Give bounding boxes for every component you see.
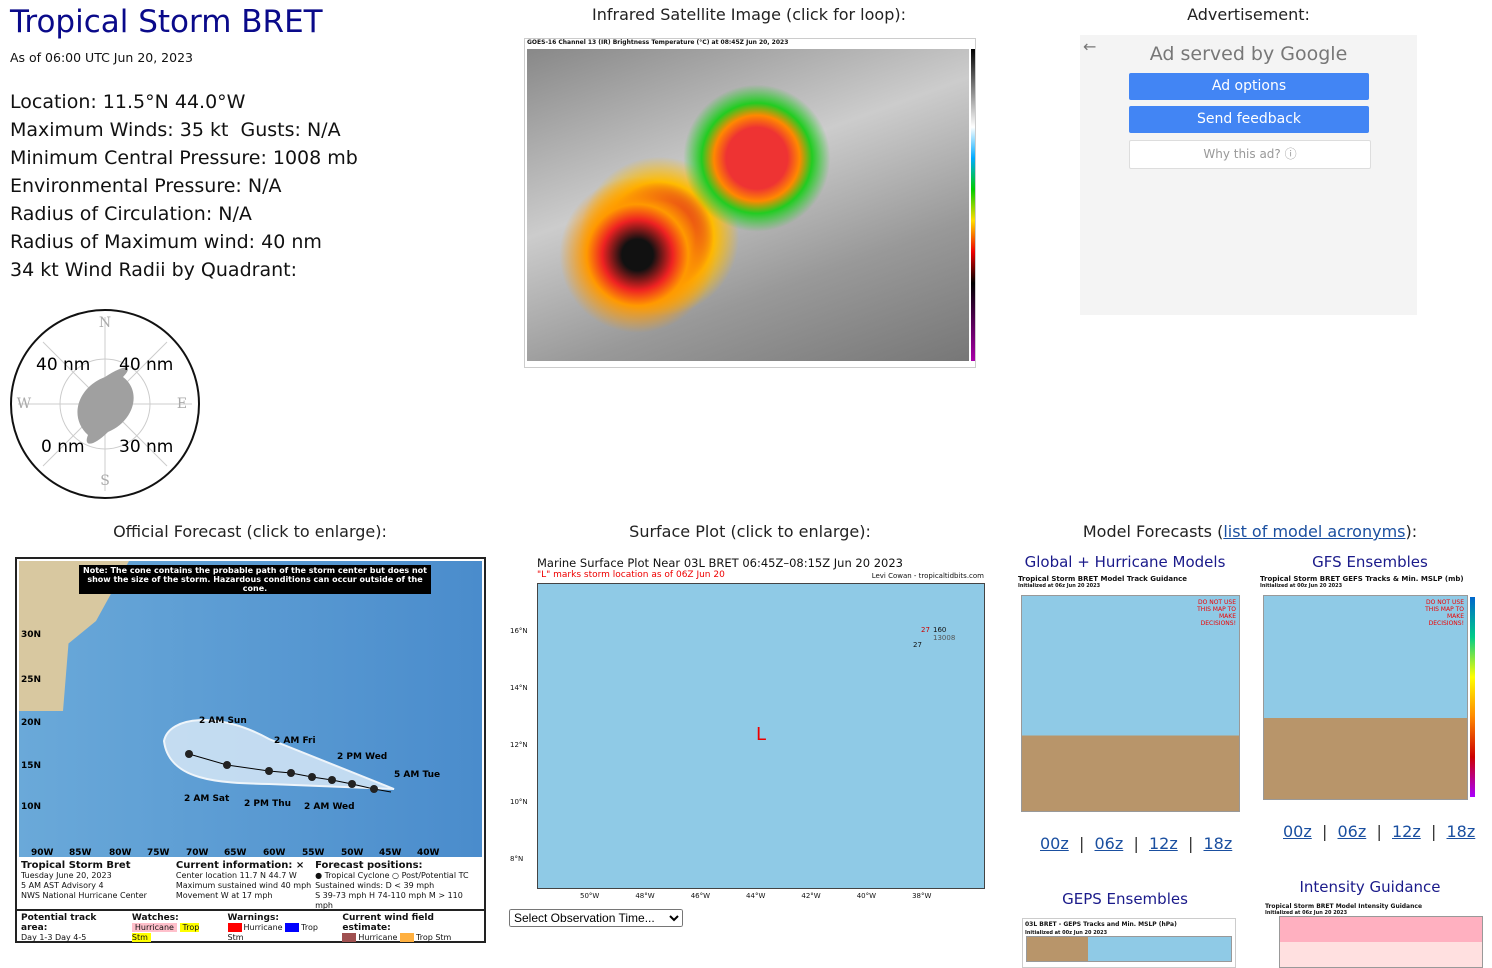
- radius-ne: 40 nm: [119, 355, 173, 375]
- satellite-title: Infrared Satellite Image (click for loop…: [592, 5, 906, 24]
- stat-env-pressure: Environmental Pressure: N/A: [10, 175, 282, 197]
- ad-title: Advertisement:: [1187, 5, 1310, 24]
- surface-plot-title: Surface Plot (click to enlarge):: [629, 522, 871, 541]
- svg-text:N: N: [99, 315, 111, 331]
- model-acronyms-link[interactable]: list of model acronyms: [1223, 522, 1405, 541]
- stat-pressure: Minimum Central Pressure: 1008 mb: [10, 147, 358, 169]
- svg-text:40W: 40W: [417, 848, 440, 857]
- ad-panel: ← Ad served by Google Ad options Send fe…: [1080, 35, 1417, 315]
- svg-text:15N: 15N: [21, 761, 41, 771]
- svg-text:80W: 80W: [109, 848, 132, 857]
- svg-text:10N: 10N: [21, 802, 41, 812]
- global-run-links: 00z | 06z | 12z | 18z: [1040, 834, 1233, 853]
- svg-text:85W: 85W: [69, 848, 92, 857]
- svg-text:55W: 55W: [302, 848, 325, 857]
- stat-wind-radii: 34 kt Wind Radii by Quadrant:: [10, 259, 297, 281]
- as-of-time: As of 06:00 UTC Jun 20, 2023: [10, 50, 193, 65]
- svg-text:75W: 75W: [147, 848, 170, 857]
- satellite-image[interactable]: GOES-16 Channel 13 (IR) Brightness Tempe…: [524, 38, 976, 368]
- radius-nw: 40 nm: [36, 355, 90, 375]
- svg-text:2 AM Sat: 2 AM Sat: [184, 794, 230, 804]
- model-forecasts-title: Model Forecasts (list of model acronyms)…: [1082, 522, 1418, 541]
- svg-text:30N: 30N: [21, 630, 41, 640]
- why-this-ad-button[interactable]: Why this ad? ⓘ: [1129, 140, 1371, 169]
- svg-text:S: S: [100, 473, 110, 489]
- geps-ensembles-image[interactable]: 03L BRET - GEPS Tracks and Min. MSLP (hP…: [1022, 918, 1236, 968]
- stat-rmw: Radius of Maximum wind: 40 nm: [10, 231, 322, 253]
- ir-imagery: [527, 49, 969, 361]
- radius-se: 30 nm: [119, 437, 173, 457]
- observation-time-select[interactable]: Select Observation Time...: [509, 909, 683, 927]
- svg-text:70W: 70W: [186, 848, 209, 857]
- svg-text:E: E: [177, 396, 187, 412]
- storm-location-marker: L: [756, 724, 767, 745]
- ad-served: Ad served by Google: [1149, 43, 1348, 65]
- surface-plot-image[interactable]: Marine Surface Plot Near 03L BRET 06:45Z…: [510, 555, 990, 900]
- ad-options-button[interactable]: Ad options: [1129, 73, 1369, 100]
- svg-text:90W: 90W: [31, 848, 54, 857]
- global-models-image[interactable]: Tropical Storm BRET Model Track Guidance…: [1018, 575, 1240, 812]
- svg-text:2 AM Sun: 2 AM Sun: [199, 716, 247, 726]
- wind-radii-compass: N S E W 40 nm 40 nm 0 nm 30 nm: [10, 309, 200, 499]
- gfs-run-links: 00z | 06z | 12z | 18z: [1283, 822, 1476, 841]
- forecast-legend: Tropical Storm Bret Tuesday June 20, 2023…: [17, 859, 484, 945]
- svg-text:65W: 65W: [224, 848, 247, 857]
- gfs-ensembles-image[interactable]: Tropical Storm BRET GEFS Tracks & Min. M…: [1260, 575, 1485, 800]
- svg-text:25N: 25N: [21, 675, 41, 685]
- svg-text:2 AM Fri: 2 AM Fri: [274, 736, 316, 746]
- official-forecast-title: Official Forecast (click to enlarge):: [113, 522, 387, 541]
- svg-text:5 AM Tue: 5 AM Tue: [394, 770, 440, 780]
- storm-title: Tropical Storm BRET: [10, 4, 323, 40]
- svg-text:2 PM Thu: 2 PM Thu: [244, 799, 291, 809]
- svg-text:2 AM Wed: 2 AM Wed: [304, 802, 355, 812]
- svg-text:2 PM Wed: 2 PM Wed: [337, 752, 387, 762]
- svg-text:45W: 45W: [379, 848, 402, 857]
- official-forecast-image[interactable]: Note: The cone contains the probable pat…: [15, 557, 486, 943]
- temperature-colorbar: [971, 49, 975, 361]
- storm-stats: Location: 11.5°N 44.0°W Maximum Winds: 3…: [10, 88, 358, 284]
- intensity-guidance-image[interactable]: Tropical Storm BRET Model Intensity Guid…: [1265, 903, 1483, 968]
- send-feedback-button[interactable]: Send feedback: [1129, 106, 1369, 133]
- stat-radius-circulation: Radius of Circulation: N/A: [10, 203, 252, 225]
- stat-winds: Maximum Winds: 35 kt Gusts: N/A: [10, 119, 341, 141]
- stat-location: Location: 11.5°N 44.0°W: [10, 91, 246, 113]
- svg-text:60W: 60W: [263, 848, 286, 857]
- svg-text:50W: 50W: [341, 848, 364, 857]
- svg-text:20N: 20N: [21, 718, 41, 728]
- svg-text:W: W: [17, 396, 32, 412]
- radius-sw: 0 nm: [41, 437, 85, 457]
